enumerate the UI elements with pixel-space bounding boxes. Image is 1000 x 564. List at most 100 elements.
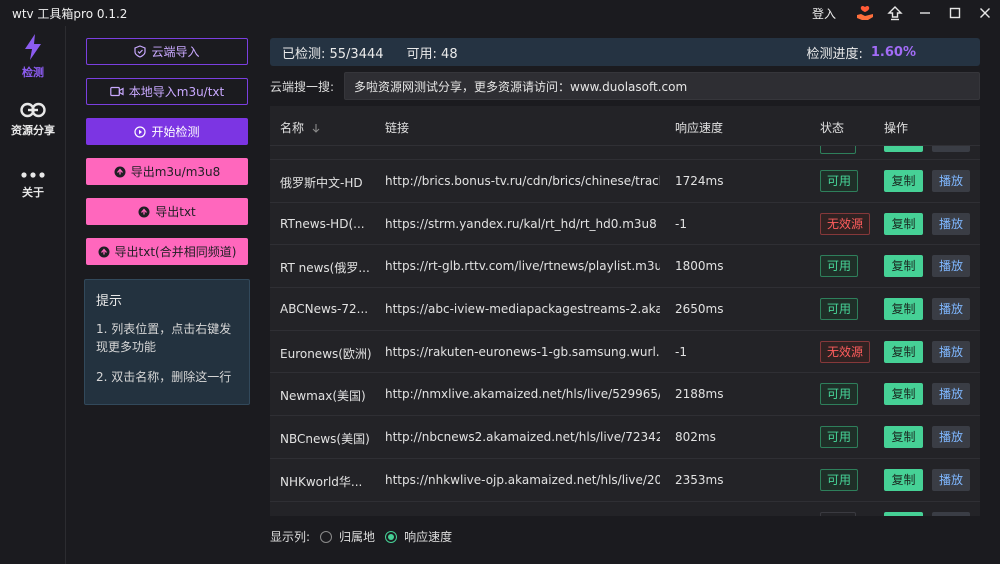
- channel-name[interactable]: Newmax(美国): [280, 387, 372, 404]
- start-check-button[interactable]: 开始检测: [86, 118, 248, 145]
- close-icon[interactable]: [970, 0, 1000, 26]
- header-name[interactable]: 名称: [280, 119, 321, 136]
- channel-speed: 802ms: [675, 430, 716, 445]
- table-rows: 俄罗斯中文-HD http://brics.bonus-tv.ru/cdn/br…: [270, 159, 980, 501]
- copy-button[interactable]: 复制: [884, 255, 923, 278]
- export-m3u-label: 导出m3u/m3u8: [130, 165, 221, 179]
- channel-speed: 1724ms: [675, 174, 724, 188]
- tips-title: 提示: [96, 294, 123, 309]
- link-icon: [20, 102, 46, 118]
- channel-name[interactable]: NHKworld华...: [280, 473, 372, 490]
- channel-name[interactable]: RTnews-HD(...: [280, 217, 372, 231]
- window-controls: 登入: [812, 0, 1000, 26]
- local-import-button[interactable]: 本地导入m3u/txt: [86, 78, 248, 105]
- channel-speed: 1800ms: [675, 259, 724, 274]
- donate-hand-icon[interactable]: [850, 0, 880, 26]
- radio-location[interactable]: 归属地: [320, 528, 375, 545]
- status-badge: 可用: [820, 383, 859, 406]
- copy-button[interactable]: 复制: [884, 298, 923, 321]
- table-row[interactable]: RTnews-HD(... https://strm.yandex.ru/kal…: [270, 201, 980, 245]
- tip-line-1: 1. 列表位置，点击右键发现更多功能: [96, 322, 232, 354]
- channel-table: 名称 链接 响应速度 状态 操作 俄罗斯中文-HD http://brics.b…: [270, 106, 980, 516]
- table-row-partial: [270, 501, 980, 516]
- header-speed: 响应速度: [675, 121, 724, 135]
- sidebar-item-label: 关于: [22, 186, 44, 199]
- sidebar-item-about[interactable]: 关于: [0, 170, 66, 200]
- status-badge: 可用: [820, 170, 859, 192]
- sidebar-item-share[interactable]: 资源分享: [0, 102, 66, 138]
- status-badge: 无效源: [820, 212, 871, 235]
- cloud-import-label: 云端导入: [151, 45, 200, 59]
- play-button[interactable]: 播放: [932, 340, 970, 363]
- copy-button[interactable]: 复制: [884, 212, 923, 235]
- status-badge: 可用: [820, 298, 859, 321]
- sidebar-item-label: 资源分享: [11, 124, 55, 137]
- channel-url: http://brics.bonus-tv.ru/cdn/brics/chine…: [385, 174, 660, 188]
- table-row[interactable]: NHKworld华... https://nhkwlive-ojp.akamai…: [270, 457, 980, 501]
- cloud-import-button[interactable]: 云端导入: [86, 38, 248, 65]
- channel-speed: -1: [675, 344, 687, 359]
- upgrade-arrow-icon[interactable]: [880, 0, 910, 26]
- play-button[interactable]: 播放: [932, 212, 970, 235]
- channel-url: https://strm.yandex.ru/kal/rt_hd/rt_hd0.…: [385, 216, 657, 231]
- table-row[interactable]: ABCNews-72... https://abc-iview-mediapac…: [270, 287, 980, 330]
- checked-count: 已检测: 55/3444: [282, 46, 384, 62]
- table-row[interactable]: RT news(俄罗... https://rt-glb.rttv.com/li…: [270, 244, 980, 287]
- search-label: 云端搜一搜:: [270, 80, 335, 94]
- local-import-label: 本地导入m3u/txt: [128, 85, 225, 99]
- bolt-icon: [25, 34, 41, 60]
- login-link[interactable]: 登入: [812, 5, 836, 22]
- table-row[interactable]: 俄罗斯中文-HD http://brics.bonus-tv.ru/cdn/br…: [270, 159, 980, 202]
- status-badge: 可用: [820, 426, 859, 449]
- channel-url: https://nhkwlive-ojp.akamaized.net/hls/l…: [385, 472, 660, 487]
- export-m3u-button[interactable]: 导出m3u/m3u8: [86, 158, 248, 185]
- channel-name[interactable]: 俄罗斯中文-HD: [280, 174, 372, 191]
- available-count: 可用: 48: [406, 46, 458, 62]
- app-title: wtv 工具箱pro 0.1.2: [12, 7, 128, 21]
- maximize-icon[interactable]: [940, 0, 970, 26]
- channel-url: http://nbcnews2.akamaized.net/hls/live/7…: [385, 430, 660, 445]
- export-txt-button[interactable]: 导出txt: [86, 198, 248, 225]
- sidebar-item-label: 检测: [22, 66, 44, 79]
- start-check-label: 开始检测: [151, 125, 200, 139]
- channel-speed: 2650ms: [675, 302, 724, 317]
- sidebar-item-check[interactable]: 检测: [0, 34, 66, 80]
- channel-speed: -1: [675, 216, 687, 231]
- status-badge: 可用: [820, 255, 859, 278]
- copy-button[interactable]: 复制: [884, 170, 923, 192]
- radio-speed[interactable]: 响应速度: [385, 528, 452, 545]
- status-bar: 已检测: 55/3444 可用: 48 检测进度: 1.60%: [270, 38, 980, 66]
- header-url: 链接: [385, 121, 410, 135]
- channel-name[interactable]: RT news(俄罗...: [280, 259, 372, 276]
- tips-box: 提示 1. 列表位置，点击右键发现更多功能 2. 双击名称，删除这一行: [84, 279, 250, 405]
- channel-speed: 2353ms: [675, 472, 724, 487]
- display-columns-label: 显示列:: [270, 530, 311, 544]
- status-badge: 无效源: [820, 340, 871, 363]
- table-row[interactable]: NBCnews(美国) http://nbcnews2.akamaized.ne…: [270, 415, 980, 458]
- minimize-icon[interactable]: [910, 0, 940, 26]
- export-txt-merge-button[interactable]: 导出txt(合并相同频道): [86, 238, 248, 265]
- channel-name[interactable]: ABCNews-72...: [280, 302, 372, 316]
- copy-button[interactable]: 复制: [884, 468, 923, 491]
- channel-url: https://abc-iview-mediapackagestreams-2.…: [385, 302, 660, 317]
- play-button[interactable]: 播放: [932, 255, 970, 278]
- table-row[interactable]: Newmax(美国) http://nmxlive.akamaized.net/…: [270, 372, 980, 415]
- search-input[interactable]: [344, 72, 980, 100]
- channel-name[interactable]: NBCnews(美国): [280, 430, 372, 447]
- shield-icon: [134, 45, 147, 58]
- copy-button[interactable]: 复制: [884, 383, 923, 406]
- table-row[interactable]: Euronews(欧洲) https://rakuten-euronews-1-…: [270, 329, 980, 373]
- channel-name[interactable]: Euronews(欧洲): [280, 345, 372, 362]
- play-button[interactable]: 播放: [932, 170, 970, 192]
- play-button[interactable]: 播放: [932, 298, 970, 321]
- header-status: 状态: [820, 121, 845, 135]
- sort-down-icon: [312, 124, 320, 133]
- copy-button[interactable]: 复制: [884, 426, 923, 449]
- play-button[interactable]: 播放: [932, 468, 970, 491]
- channel-url: https://rakuten-euronews-1-gb.samsung.wu…: [385, 344, 660, 359]
- status-badge: 可用: [820, 468, 859, 491]
- play-button[interactable]: 播放: [932, 426, 970, 449]
- play-button[interactable]: 播放: [932, 383, 970, 406]
- copy-button[interactable]: 复制: [884, 340, 923, 363]
- export-icon: [138, 206, 150, 217]
